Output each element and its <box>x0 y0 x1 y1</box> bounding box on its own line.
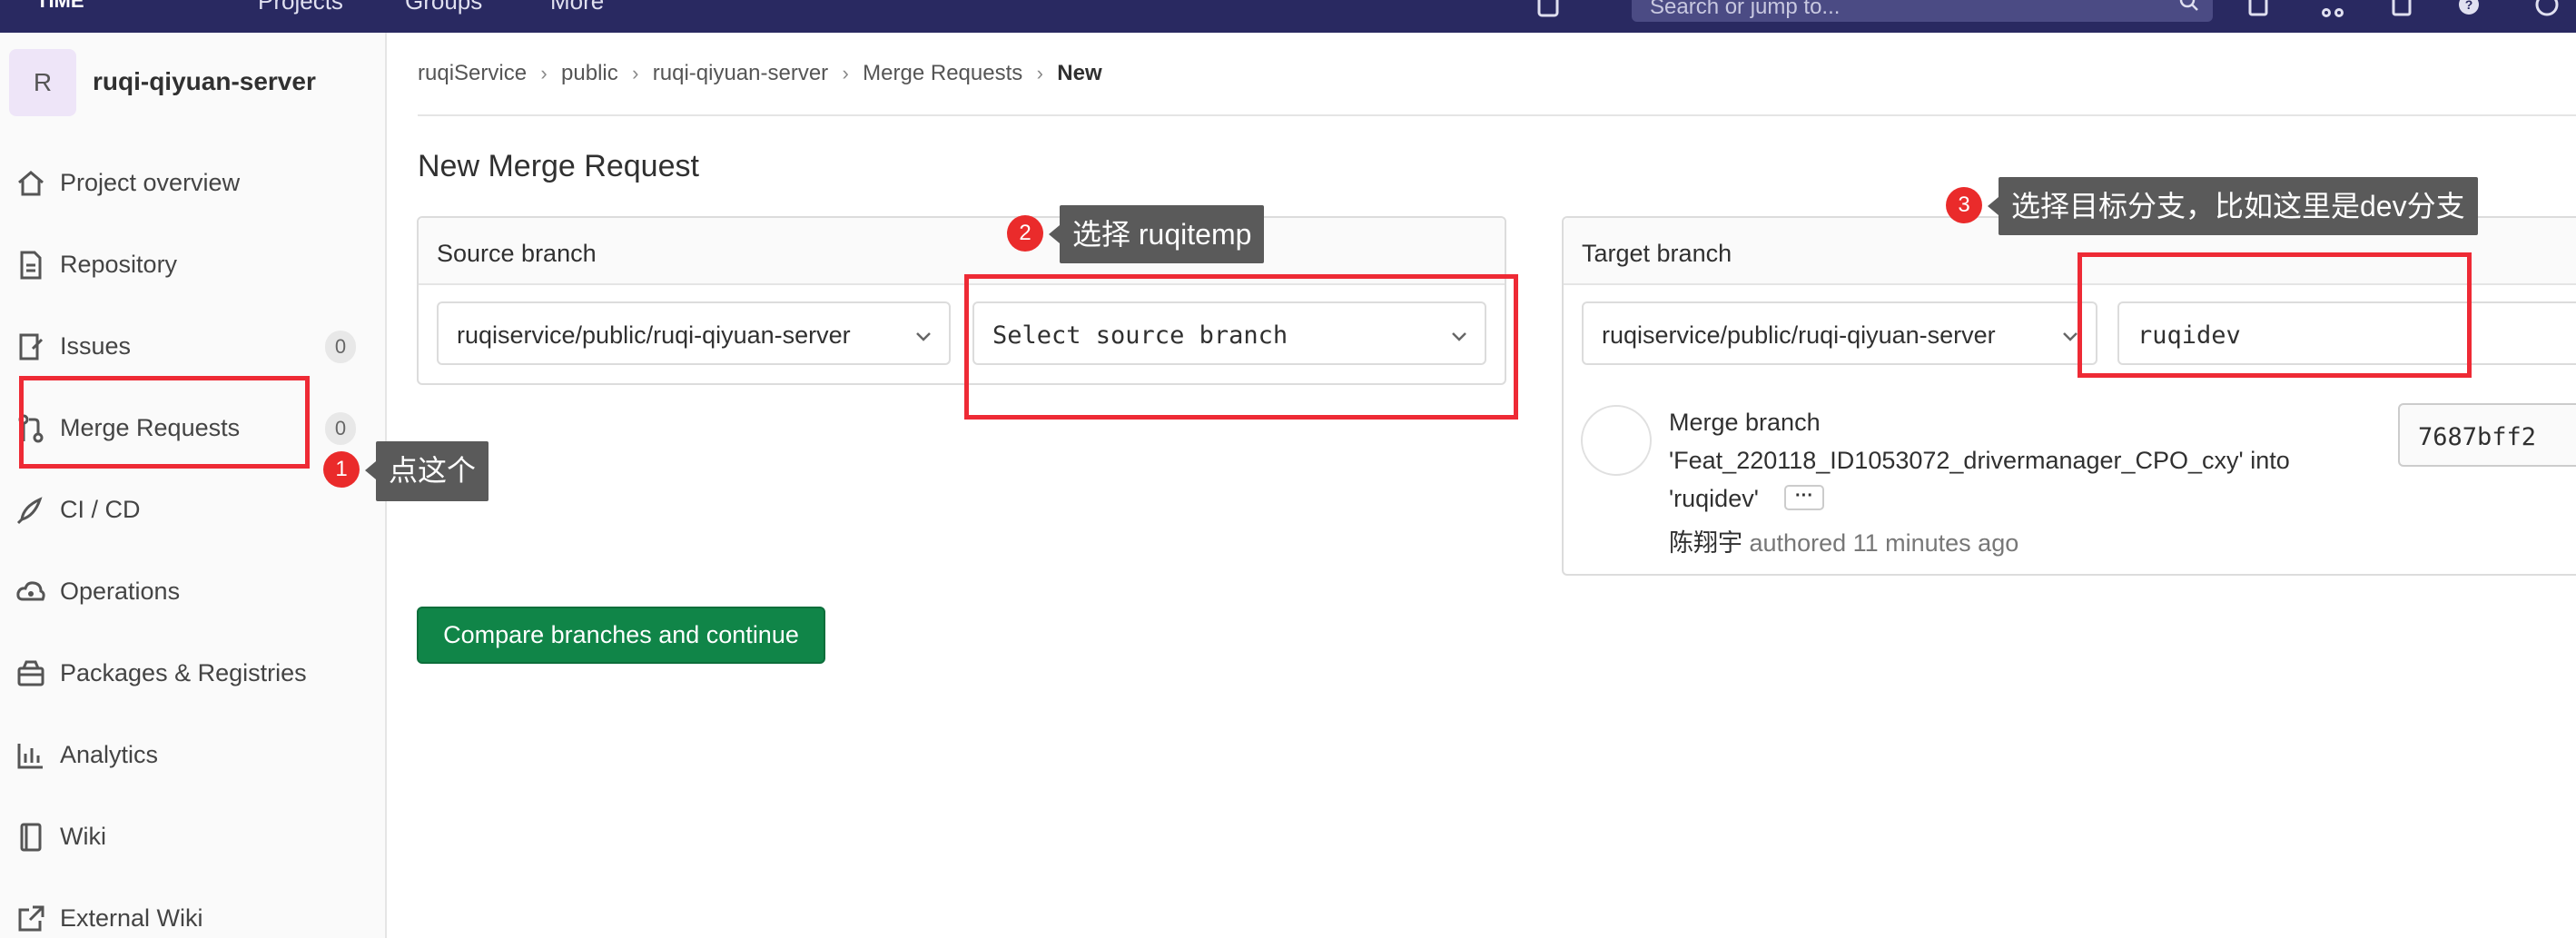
sidebar-item-label: Project overview <box>60 169 241 196</box>
chevron-right-icon: › <box>842 61 849 84</box>
source-branch-title: Source branch <box>437 240 597 267</box>
target-branch-title: Target branch <box>1582 240 1732 267</box>
breadcrumb: ruqiService › public › ruqi-qiyuan-server › Me… <box>418 60 1102 86</box>
sidebar-item-issues[interactable]: Issues 0 <box>0 307 385 380</box>
sidebar-item-repository[interactable]: Repository <box>0 225 385 298</box>
annotation-number-3: 3 <box>1946 187 1982 223</box>
commit-sha: 7687bff2 <box>2418 423 2537 451</box>
home-icon <box>18 171 44 196</box>
compare-branches-button[interactable]: Compare branches and continue <box>417 607 825 664</box>
page-title: New Merge Request <box>418 149 699 183</box>
sidebar-item-label: Operations <box>60 578 181 605</box>
sidebar-item-label: CI / CD <box>60 496 141 523</box>
chevron-right-icon: › <box>632 61 639 84</box>
sidebar-item-external-wiki[interactable]: External Wiki <box>0 879 385 938</box>
breadcrumb-item-public[interactable]: public <box>561 61 618 86</box>
commit-title-line-2[interactable]: 'Feat_220118_ID1053072_drivermanager_CPO… <box>1669 447 2290 475</box>
annotation-highlight-target-branch <box>2078 252 2472 378</box>
sidebar-item-label: Repository <box>60 251 178 278</box>
annotation-tooltip-2: 选择 ruqitemp <box>1060 205 1265 263</box>
annotation-arrow-3 <box>1988 197 1999 215</box>
logo[interactable]: TIME <box>36 0 84 13</box>
issues-icon <box>19 333 44 360</box>
book-icon <box>20 823 42 852</box>
annotation-highlight-merge-requests <box>19 376 310 469</box>
commit-author[interactable]: 陈翔宇 <box>1669 529 1742 557</box>
annotation-number-1: 1 <box>323 451 360 488</box>
sidebar-item-label: Wiki <box>60 823 106 850</box>
annotation-number-2: 2 <box>1007 215 1043 252</box>
chevron-right-icon: › <box>1036 61 1043 84</box>
source-project-select[interactable]: ruqiservice/public/ruqi-qiyuan-server <box>437 301 951 365</box>
sidebar: R ruqi-qiyuan-server Project overview Re… <box>0 33 387 938</box>
sidebar-item-label: Issues <box>60 332 132 360</box>
breadcrumb-item-merge-requests[interactable]: Merge Requests <box>863 61 1022 86</box>
breadcrumb-item-ruqiservice[interactable]: ruqiService <box>418 61 527 86</box>
chevron-down-icon <box>916 332 931 341</box>
search-placeholder: Search or jump to... <box>1650 0 1841 19</box>
todo-icon[interactable] <box>2245 0 2272 22</box>
top-navbar: TIME Projects Groups More Search or jump… <box>0 0 2576 33</box>
svg-text:?: ? <box>2465 0 2473 12</box>
commit-sha-button[interactable]: 7687bff2 <box>2398 403 2576 467</box>
commit-meta: 陈翔宇 authored 11 minutes ago <box>1669 523 2018 558</box>
project-avatar[interactable]: R <box>9 49 76 116</box>
merge-requests-count-badge: 0 <box>325 412 356 445</box>
help-icon[interactable]: ? <box>2455 0 2482 22</box>
search-input[interactable]: Search or jump to... <box>1632 0 2213 22</box>
annotation-tooltip-3: 选择目标分支，比如这里是dev分支 <box>1999 177 2478 235</box>
annotation-tooltip-1: 点这个 <box>376 441 489 501</box>
commit-title-line-1[interactable]: Merge branch <box>1669 409 1821 437</box>
package-icon <box>17 660 44 686</box>
issues-nav-icon[interactable] <box>2388 0 2415 22</box>
chart-icon <box>17 744 43 769</box>
issues-count-badge: 0 <box>325 331 356 363</box>
annotation-arrow-1 <box>365 461 376 479</box>
breadcrumb-item-project[interactable]: ruqi-qiyuan-server <box>653 61 828 86</box>
nav-projects[interactable]: Projects <box>258 0 343 15</box>
sidebar-item-label: Packages & Registries <box>60 659 307 686</box>
external-link-icon <box>18 905 44 932</box>
nav-groups[interactable]: Groups <box>405 0 482 15</box>
sidebar-item-analytics[interactable]: Analytics <box>0 716 385 788</box>
annotation-arrow-2 <box>1049 225 1060 243</box>
annotation-highlight-source-branch <box>964 274 1518 420</box>
sidebar-item-project-overview[interactable]: Project overview <box>0 143 385 216</box>
breadcrumb-divider <box>418 114 2576 116</box>
search-icon <box>2179 0 2198 11</box>
sidebar-item-wiki[interactable]: Wiki <box>0 797 385 870</box>
target-project-select[interactable]: ruqiservice/public/ruqi-qiyuan-server <box>1582 301 2097 365</box>
document-icon <box>20 251 42 280</box>
commit-expand-button[interactable]: ··· <box>1784 485 1824 510</box>
project-name[interactable]: ruqi-qiyuan-server <box>93 67 316 96</box>
commit-title-line-3[interactable]: 'ruqidev' <box>1669 485 1759 513</box>
source-project-value: ruqiservice/public/ruqi-qiyuan-server <box>457 321 851 349</box>
breadcrumb-item-new[interactable]: New <box>1057 61 1101 86</box>
sidebar-item-packages-registries[interactable]: Packages & Registries <box>0 634 385 706</box>
commit-author-avatar <box>1581 405 1652 476</box>
target-project-value: ruqiservice/public/ruqi-qiyuan-server <box>1602 321 1996 349</box>
rocket-icon <box>16 497 43 525</box>
nav-more[interactable]: More <box>550 0 604 15</box>
plus-square-icon[interactable] <box>1535 0 1562 22</box>
merge-request-nav-icon[interactable] <box>2319 0 2346 22</box>
commit-authored-time: authored 11 minutes ago <box>1749 529 2019 557</box>
chevron-right-icon: › <box>540 61 548 84</box>
cloud-gear-icon <box>16 581 45 601</box>
sidebar-item-label: Analytics <box>60 741 159 768</box>
sidebar-item-operations[interactable]: Operations <box>0 552 385 625</box>
user-avatar-icon[interactable] <box>2533 0 2561 22</box>
sidebar-item-label: External Wiki <box>60 904 203 932</box>
